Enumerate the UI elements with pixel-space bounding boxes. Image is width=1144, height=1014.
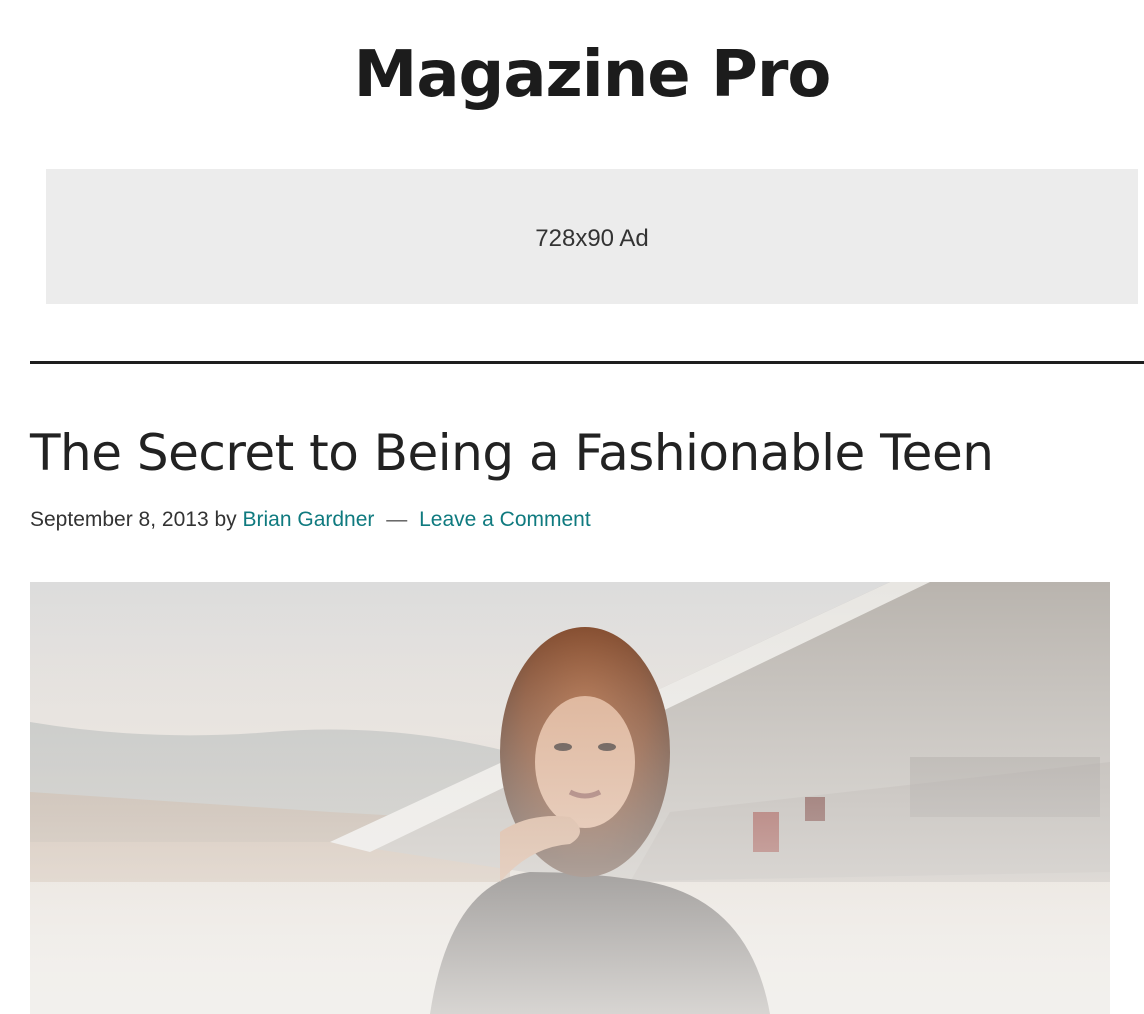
leave-comment-link[interactable]: Leave a Comment	[419, 508, 591, 531]
post-meta: September 8, 2013 by Brian Gardner — Lea…	[30, 505, 591, 535]
ad-banner[interactable]: 728x90 Ad	[46, 169, 1138, 304]
post-author-link[interactable]: Brian Gardner	[243, 508, 375, 531]
ad-label: 728x90 Ad	[535, 224, 649, 252]
post-by-text: by	[214, 508, 237, 531]
header-divider	[30, 361, 1144, 364]
photo-woman-portrait-icon	[30, 582, 1110, 1014]
post-title[interactable]: The Secret to Being a Fashionable Teen	[30, 418, 994, 488]
meta-separator: —	[386, 508, 408, 531]
featured-image[interactable]	[30, 582, 1110, 1014]
page: Magazine Pro 728x90 Ad The Secret to Bei…	[0, 0, 1144, 1014]
site-title-link[interactable]: Magazine Pro	[0, 30, 1144, 120]
post-date: September 8, 2013	[30, 508, 209, 531]
